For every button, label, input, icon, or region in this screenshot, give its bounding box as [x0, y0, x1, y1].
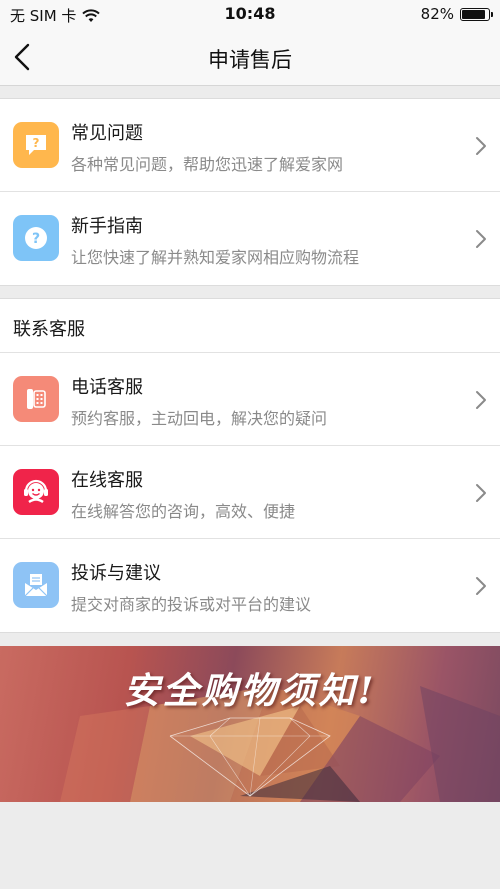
- status-right: 82%: [420, 5, 493, 23]
- chat-question-icon: ?: [13, 122, 59, 168]
- battery-fill: [462, 9, 485, 19]
- chevron-right-icon: [476, 137, 486, 155]
- list-item-desc: 让您快速了解并熟知爱家网相应购物流程: [71, 248, 360, 267]
- contact-section: 联系客服 电话客服 预约客服，主动回电，解决您的疑问 在线客服 在线解答您的咨询…: [0, 298, 500, 633]
- list-item-desc: 预约客服，主动回电，解决您的疑问: [71, 409, 328, 428]
- svg-text:?: ?: [32, 231, 40, 247]
- battery-percent: 82%: [420, 5, 454, 23]
- status-bar: 无 SIM 卡 10:48 82%: [0, 0, 500, 28]
- chevron-right-icon: [476, 230, 486, 248]
- help-section: ? 常见问题 各种常见问题，帮助您迅速了解爱家网 ? 新手指南 让您快速了解并熟…: [0, 98, 500, 286]
- phone-icon: [13, 376, 59, 422]
- list-item-title: 常见问题: [71, 123, 143, 144]
- list-item-desc: 在线解答您的咨询，高效、便捷: [71, 502, 296, 521]
- list-item-desc: 各种常见问题，帮助您迅速了解爱家网: [71, 155, 344, 174]
- list-item-title: 新手指南: [71, 216, 143, 237]
- section-header: 联系客服: [0, 299, 500, 353]
- svg-text:?: ?: [33, 136, 40, 150]
- safety-banner[interactable]: 安全购物须知!: [0, 646, 500, 802]
- list-item-faq[interactable]: ? 常见问题 各种常见问题，帮助您迅速了解爱家网: [0, 99, 500, 192]
- headset-agent-icon: [13, 469, 59, 515]
- list-item-online-service[interactable]: 在线客服 在线解答您的咨询，高效、便捷: [0, 446, 500, 539]
- chevron-right-icon: [476, 577, 486, 595]
- list-item-guide[interactable]: ? 新手指南 让您快速了解并熟知爱家网相应购物流程: [0, 192, 500, 285]
- section-title: 联系客服: [13, 319, 85, 340]
- question-circle-icon: ?: [13, 215, 59, 261]
- page-title: 申请售后: [208, 48, 292, 72]
- list-item-desc: 提交对商家的投诉或对平台的建议: [71, 595, 312, 614]
- chevron-right-icon: [476, 484, 486, 502]
- nav-bar: 申请售后: [0, 28, 500, 86]
- list-item-title: 在线客服: [71, 470, 143, 491]
- banner-title: 安全购物须知!: [123, 670, 377, 712]
- battery-icon: [460, 7, 493, 21]
- mail-envelope-icon: [13, 562, 59, 608]
- list-item-phone-service[interactable]: 电话客服 预约客服，主动回电，解决您的疑问: [0, 353, 500, 446]
- list-item-feedback[interactable]: 投诉与建议 提交对商家的投诉或对平台的建议: [0, 539, 500, 632]
- list-item-title: 电话客服: [71, 377, 143, 398]
- chevron-right-icon: [476, 391, 486, 409]
- list-item-title: 投诉与建议: [71, 563, 161, 584]
